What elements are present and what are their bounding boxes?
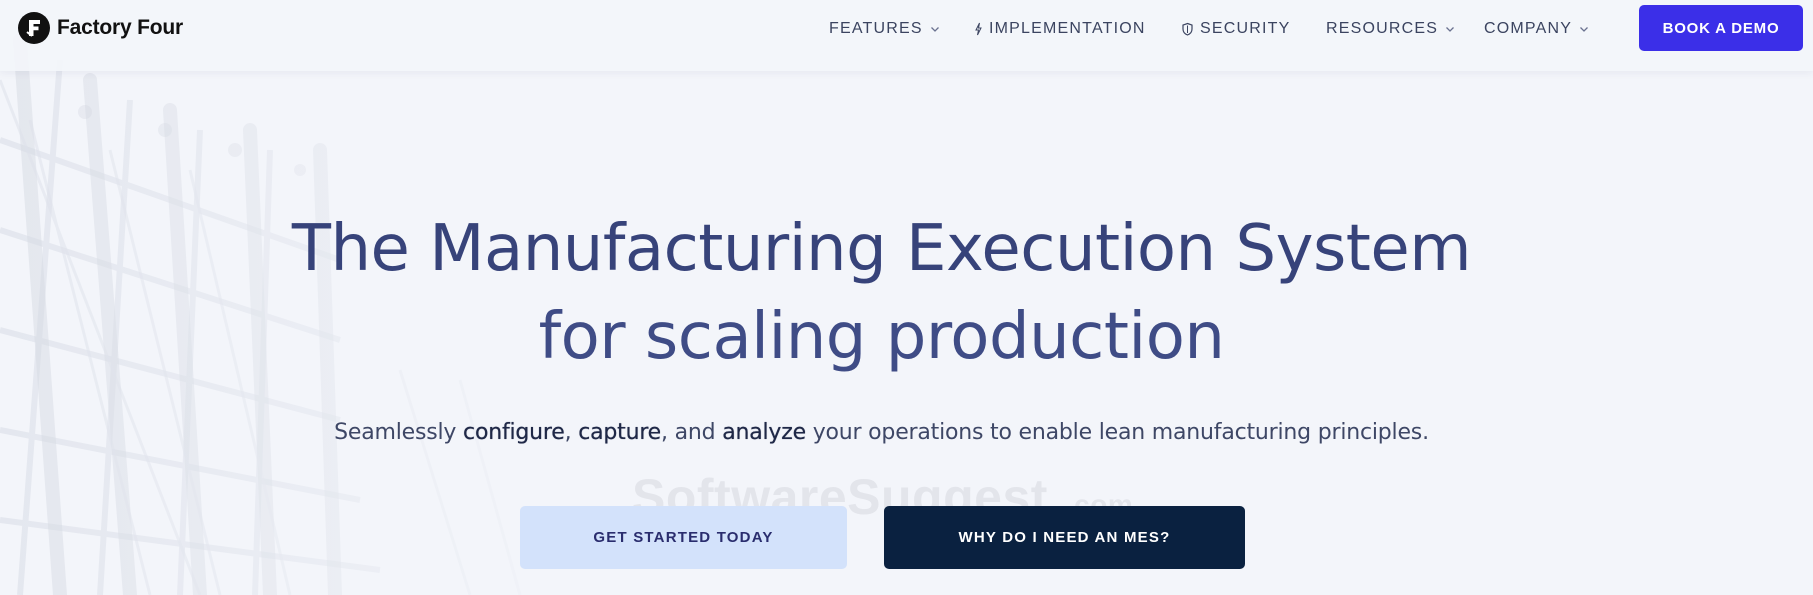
nav-item-features[interactable]: FEATURES bbox=[829, 18, 941, 40]
nav-item-label: RESOURCES bbox=[1326, 20, 1439, 37]
nav-item-company[interactable]: COMPANY bbox=[1484, 18, 1590, 40]
hero-subtitle: Seamlessly configure, capture, and analy… bbox=[0, 420, 1763, 445]
lightning-icon bbox=[975, 22, 982, 36]
subtitle-text: , and bbox=[661, 420, 723, 445]
nav-item-security[interactable]: SECURITY bbox=[1181, 18, 1291, 40]
book-demo-button[interactable]: BOOK A DEMO bbox=[1639, 5, 1803, 51]
chevron-down-icon bbox=[1580, 27, 1589, 32]
subtitle-emphasis-capture: capture bbox=[578, 420, 662, 445]
factoryfour-f-logo-icon bbox=[18, 12, 50, 44]
hero-title-line-1: The Manufacturing Execution System bbox=[291, 212, 1472, 286]
nav-item-label: COMPANY bbox=[1484, 20, 1573, 37]
why-mes-button[interactable]: WHY DO I NEED AN MES? bbox=[884, 506, 1245, 569]
subtitle-text: Seamlessly bbox=[334, 420, 464, 445]
subtitle-emphasis-analyze: analyze bbox=[722, 420, 806, 445]
nav-item-resources[interactable]: RESOURCES bbox=[1326, 18, 1456, 40]
chevron-down-icon bbox=[930, 27, 939, 32]
nav-item-label: SECURITY bbox=[1200, 20, 1291, 37]
get-started-button[interactable]: GET STARTED TODAY bbox=[520, 506, 847, 569]
shield-icon bbox=[1182, 22, 1193, 36]
nav-item-label: FEATURES bbox=[829, 20, 923, 37]
brand-name: Factory Four bbox=[57, 16, 183, 39]
subtitle-emphasis-configure: configure bbox=[463, 420, 565, 445]
hero-title: The Manufacturing Execution System for s… bbox=[0, 205, 1763, 381]
subtitle-text: , bbox=[564, 420, 579, 445]
hero-title-line-2: for scaling production bbox=[538, 300, 1225, 374]
nav-item-label: IMPLEMENTATION bbox=[989, 20, 1146, 37]
chevron-down-icon bbox=[1446, 27, 1455, 32]
top-navbar: Factory Four FEATURES IMPLEMENTATION SEC… bbox=[0, 0, 1813, 71]
brand-logo[interactable]: Factory Four bbox=[18, 12, 183, 44]
subtitle-text: your operations to enable lean manufactu… bbox=[805, 420, 1429, 445]
nav-item-implementation[interactable]: IMPLEMENTATION bbox=[974, 18, 1146, 40]
